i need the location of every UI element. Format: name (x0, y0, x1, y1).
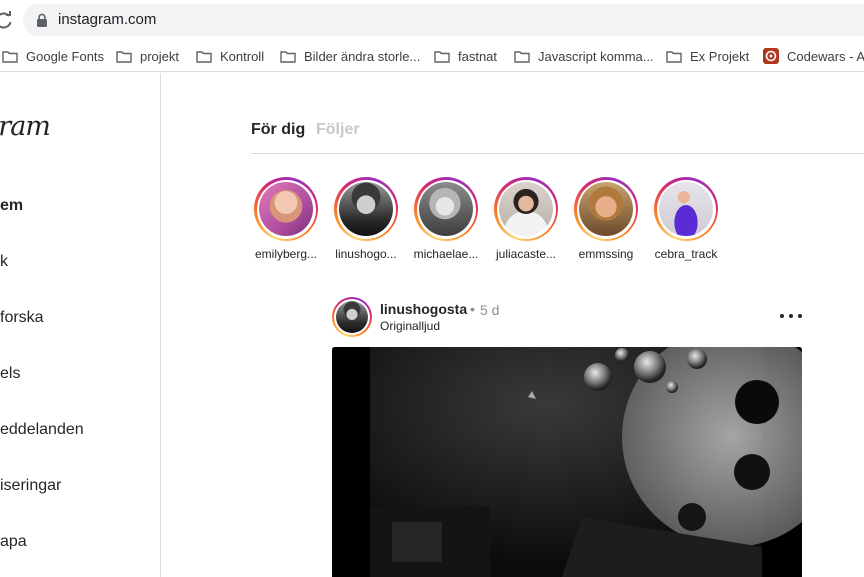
lock-icon[interactable] (36, 13, 48, 27)
bookmark-codewars[interactable]: Codewars - A (763, 46, 864, 66)
codewars-icon (763, 48, 779, 64)
bookmark-javascript[interactable]: Javascript komma... (514, 46, 654, 66)
avatar (579, 182, 633, 236)
tab-divider (251, 153, 864, 154)
post-header: linushogosta • 5 d Originalljud (332, 297, 802, 341)
tab-for-dig[interactable]: För dig (251, 121, 305, 139)
browser-address-bar: instagram.com (0, 0, 864, 40)
sidebar-item-sok[interactable]: k (0, 253, 8, 277)
story-item[interactable]: emmssing (569, 177, 643, 261)
sidebar-item-utforska[interactable]: forska (0, 309, 44, 333)
url-text[interactable]: instagram.com (58, 11, 156, 28)
bookmark-kontroll[interactable]: Kontroll (196, 46, 264, 66)
folder-icon (196, 50, 212, 63)
story-username: juliacaste... (495, 247, 557, 261)
folder-icon (434, 50, 450, 63)
folder-icon (666, 50, 682, 63)
feed: För dig Följer emilyberg... linushogo...… (161, 73, 864, 577)
story-item[interactable]: cebra_track (649, 177, 723, 261)
folder-icon (514, 50, 530, 63)
avatar (259, 182, 313, 236)
story-username: cebra_track (654, 247, 718, 261)
bookmark-label: fastnat (458, 48, 498, 64)
story-item[interactable]: linushogo... (329, 177, 403, 261)
sidebar-item-meddelanden[interactable]: eddelanden (0, 421, 84, 445)
story-item[interactable]: emilyberg... (249, 177, 323, 261)
avatar (339, 182, 393, 236)
post-timestamp[interactable]: 5 d (480, 302, 499, 318)
post-video[interactable] (332, 347, 802, 577)
bookmark-google-fonts[interactable]: Google Fonts (2, 46, 104, 66)
bookmark-label: Bilder ändra storle... (304, 48, 421, 64)
bookmark-ex-projekt[interactable]: Ex Projekt (666, 46, 749, 66)
folder-icon (280, 50, 296, 63)
sidebar-item-skapa[interactable]: apa (0, 533, 27, 557)
post-separator: • (470, 301, 475, 317)
bookmark-label: Codewars - A (787, 48, 864, 64)
bookmark-projekt[interactable]: projekt (116, 46, 179, 66)
story-username: michaelae... (413, 247, 479, 261)
avatar (419, 182, 473, 236)
story-item[interactable]: michaelae... (409, 177, 483, 261)
bookmark-label: Kontroll (220, 48, 265, 64)
sidebar-item-notiser[interactable]: iseringar (0, 477, 61, 501)
post-username[interactable]: linushogosta (380, 301, 467, 317)
story-item[interactable]: juliacaste... (489, 177, 563, 261)
video-frame-image (332, 347, 802, 577)
story-username: emmssing (578, 247, 634, 261)
folder-icon (116, 50, 132, 63)
post-audio-link[interactable]: Originalljud (380, 319, 440, 333)
bookmark-fastnat[interactable]: fastnat (434, 46, 497, 66)
reload-icon[interactable] (0, 10, 14, 30)
avatar (659, 182, 713, 236)
instagram-logo[interactable]: gram (0, 111, 51, 142)
sidebar-nav: gram em k forska els eddelanden iseringa… (0, 73, 161, 577)
avatar (336, 301, 368, 333)
sidebar-item-hem[interactable]: em (0, 197, 23, 221)
folder-icon (2, 50, 18, 63)
post-avatar-ring[interactable] (332, 297, 372, 337)
bookmark-label: Javascript komma... (538, 48, 654, 64)
tab-foljer[interactable]: Följer (316, 121, 360, 139)
bookmark-label: Google Fonts (26, 48, 105, 64)
bookmark-label: Ex Projekt (690, 48, 750, 64)
avatar (499, 182, 553, 236)
more-options-icon[interactable] (780, 311, 802, 321)
sidebar-item-reels[interactable]: els (0, 365, 20, 389)
bookmark-label: projekt (140, 48, 180, 64)
bookmark-bilder[interactable]: Bilder ändra storle... (280, 46, 420, 66)
story-username: linushogo... (335, 247, 397, 261)
bookmarks-bar: Google Fonts projekt Kontroll Bilder änd… (0, 40, 864, 72)
story-username: emilyberg... (254, 247, 318, 261)
